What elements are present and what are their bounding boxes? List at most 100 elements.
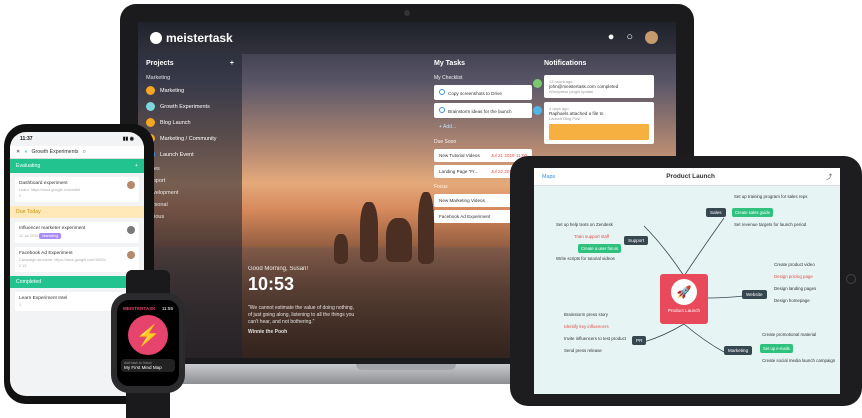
attachment-preview[interactable] — [549, 124, 649, 140]
watch-time: 11:55 — [161, 306, 173, 311]
due-today-header[interactable]: Due Today — [10, 206, 144, 218]
mindmap-canvas[interactable]: 🚀 Product Launch Sales Set up training p… — [534, 186, 840, 394]
connector-pr — [643, 323, 685, 343]
project-nav: ✕ ● Growth Experiments ○ — [10, 146, 144, 159]
checkbox-icon[interactable] — [439, 107, 445, 113]
branch-support[interactable]: Support — [624, 236, 649, 245]
sidebar-item-community[interactable]: Marketing / Community — [146, 134, 234, 143]
quote-text: "We cannot estimate the value of doing n… — [248, 305, 355, 325]
sidebar-item-marketing[interactable]: Marketing — [146, 86, 234, 95]
project-title[interactable]: Growth Experiments — [32, 149, 79, 155]
projects-header: Projects — [146, 60, 174, 67]
node-website-landing[interactable]: Design landing pages — [774, 286, 816, 291]
notification-subject: Wordpress plugin update — [549, 89, 594, 94]
home-button[interactable] — [846, 274, 856, 284]
share-icon[interactable]: ⤴ — [826, 172, 832, 181]
checklist-item[interactable]: Brainstorm ideas for the launch — [434, 103, 532, 118]
rock-formation — [334, 234, 348, 264]
rock-formation — [386, 218, 412, 262]
central-node-label: Product Launch — [667, 308, 701, 313]
task-label: New Marketing Videos — [439, 198, 485, 203]
node-website-video[interactable]: Create product video — [774, 262, 815, 267]
central-node[interactable]: 🚀 Product Launch — [660, 274, 708, 324]
branch-marketing[interactable]: Marketing — [724, 346, 753, 355]
checkbox-icon[interactable] — [439, 89, 445, 95]
section-title: Evaluating — [16, 163, 41, 169]
add-icon[interactable]: ● — [608, 31, 615, 44]
task-meta: 2 12 — [19, 264, 27, 268]
maps-back-button[interactable]: Maps — [542, 174, 555, 180]
status-bar: 11:37 ▮▮ ◉ — [10, 132, 144, 146]
node-website-pricing[interactable]: Design pricing page — [774, 274, 813, 279]
avatar[interactable] — [645, 31, 658, 44]
completed-header[interactable]: Completed — [10, 276, 144, 288]
sidebar-section[interactable]: Development — [146, 190, 234, 196]
camera-icon — [404, 10, 410, 16]
sidebar-section[interactable]: Various — [146, 214, 234, 220]
notification-card[interactable]: 13 hours ago john@meistertask.com comple… — [533, 75, 654, 98]
task-card[interactable]: Dashboard experiment Learn: https://docs… — [15, 177, 139, 202]
checklist-label: Copy screenshots to Drive — [448, 91, 502, 96]
node-sales-training[interactable]: Set up training program for sales reps — [734, 194, 807, 199]
app-logo[interactable]: meistertask — [150, 31, 233, 45]
lightning-icon[interactable]: ⚡ — [128, 315, 168, 355]
sidebar-item-label: Launch Event — [160, 151, 194, 158]
sidebar-item-launch[interactable]: Launch Event — [146, 150, 234, 159]
task-title: Influencer marketer experiment — [19, 226, 86, 231]
node-support-forum[interactable]: Create a user forum — [578, 244, 622, 253]
sidebar-item-growth[interactable]: Growth Experiments — [146, 102, 234, 111]
notification-card[interactable]: 4 days ago Raphaels attached a file to L… — [533, 102, 654, 144]
node-website-homepage[interactable]: Design homepage — [774, 298, 810, 303]
sidebar-section[interactable]: Sales — [146, 166, 234, 172]
notifications-header: Notifications — [544, 60, 587, 67]
add-project-button[interactable]: + — [230, 60, 234, 67]
section-header[interactable]: Evaluating + — [10, 159, 144, 173]
node-pr-influencers[interactable]: Identify key influencers — [564, 324, 609, 329]
avatar — [127, 226, 135, 234]
task-label: New Tutorial Videos — [439, 153, 480, 158]
add-task-button[interactable]: + Add... — [434, 121, 532, 133]
task-date: 11 Jul 2019 — [19, 234, 39, 238]
search-icon[interactable]: ○ — [626, 31, 633, 44]
checklist-title: My Checklist — [434, 75, 463, 81]
checklist-item[interactable]: Copy screenshots to Drive — [434, 85, 532, 100]
status-icons: ▮▮ ◉ — [122, 136, 134, 142]
watch-caption[interactable]: Add task to Inbox My First Mind Map — [121, 359, 175, 372]
rock-formation — [360, 202, 378, 262]
sidebar-item-label: Growth Experiments — [160, 103, 210, 110]
sidebar-section[interactable]: Support — [146, 178, 234, 184]
attachment-icon — [533, 106, 542, 115]
node-support-train[interactable]: Train support staff — [574, 234, 609, 239]
task-label: Landing Page "Fr... — [439, 169, 479, 174]
node-sales-guide[interactable]: Create sales guide — [732, 208, 773, 217]
branch-sales[interactable]: Sales — [706, 208, 726, 217]
search-icon[interactable]: ○ — [83, 149, 86, 155]
node-support-zendesk[interactable]: Set up help texts on Zendesk — [556, 222, 613, 227]
node-marketing-emails[interactable]: Set up e-mails — [760, 344, 793, 353]
sidebar-section[interactable]: Personal — [146, 202, 234, 208]
branch-pr[interactable]: PR — [632, 336, 647, 345]
branch-website[interactable]: Website — [742, 290, 767, 299]
watch-strap — [126, 390, 170, 418]
clock: 10:53 — [248, 274, 295, 294]
map-title: Product Launch — [666, 173, 715, 180]
sidebar-item-label: Blog Launch — [160, 119, 191, 126]
project-icon — [146, 118, 155, 127]
laptop-notch — [356, 364, 456, 370]
task-card[interactable]: Influencer marketer experiment 11 Jul 20… — [15, 222, 139, 243]
node-pr-release[interactable]: Send press release — [564, 348, 602, 353]
node-support-scripts[interactable]: Write scripts for tutorial videos — [556, 256, 615, 261]
project-icon — [146, 86, 155, 95]
category-label: Marketing — [146, 75, 171, 81]
node-sales-targets[interactable]: Set revenue targets for launch period — [734, 222, 806, 227]
task-card[interactable]: Facebook Ad Experiment Campaign structur… — [15, 247, 139, 272]
node-marketing-material[interactable]: Create promotional material — [762, 332, 816, 337]
add-icon[interactable]: + — [135, 163, 138, 169]
node-pr-story[interactable]: Brainstorm press story — [564, 312, 608, 317]
node-marketing-social[interactable]: Create social media launch campaign — [762, 358, 835, 363]
close-icon[interactable]: ✕ — [16, 149, 20, 155]
rocket-icon: 🚀 — [671, 279, 697, 305]
node-pr-invite[interactable]: Invite influencers to test product — [564, 336, 626, 341]
sidebar-item-blog[interactable]: Blog Launch — [146, 118, 234, 127]
task-description: Campaign structure: https://docs.google.… — [19, 258, 106, 262]
